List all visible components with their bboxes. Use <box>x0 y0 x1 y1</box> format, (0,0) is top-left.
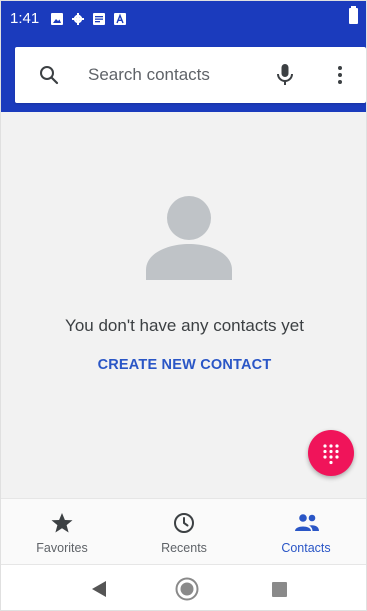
recents-square-icon[interactable] <box>272 582 287 597</box>
search-icon[interactable] <box>37 63 61 87</box>
a-icon <box>114 12 126 25</box>
status-bar: 1:41 <box>1 1 366 39</box>
nav-favorites[interactable]: Favorites <box>1 499 123 565</box>
star-icon <box>50 512 74 534</box>
notes-icon <box>93 12 105 25</box>
empty-message: You don't have any contacts yet <box>65 316 304 335</box>
nav-contacts[interactable]: Contacts <box>245 499 366 565</box>
search-bar[interactable]: Search contacts <box>15 47 366 103</box>
home-icon[interactable] <box>175 577 199 606</box>
nav-recents[interactable]: Recents <box>123 499 245 565</box>
nav-label-favorites: Favorites <box>36 541 88 555</box>
system-navigation-bar <box>1 564 366 610</box>
status-icons <box>51 12 126 25</box>
clock-icon <box>172 512 196 534</box>
create-new-contact-button[interactable]: CREATE NEW CONTACT <box>1 357 366 373</box>
dialpad-icon <box>323 444 339 465</box>
back-icon[interactable] <box>91 580 107 603</box>
people-icon <box>294 512 319 534</box>
app-header: Search contacts <box>1 39 366 112</box>
bottom-navigation: Favorites Recents Contacts <box>1 498 366 565</box>
search-input[interactable]: Search contacts <box>88 65 210 85</box>
nav-label-contacts: Contacts <box>281 541 331 555</box>
contacts-empty-state: You don't have any contacts yet CREATE N… <box>1 112 366 498</box>
status-time: 1:41 <box>10 10 40 27</box>
person-placeholder-icon <box>146 196 232 280</box>
dialpad-fab[interactable] <box>308 430 354 476</box>
nav-label-recents: Recents <box>161 541 207 555</box>
app-window: 1:41 Search contacts You don't have any … <box>0 0 367 611</box>
image-icon <box>51 12 63 25</box>
mic-icon[interactable] <box>273 62 297 88</box>
battery-icon <box>349 6 358 24</box>
more-vert-icon[interactable] <box>328 62 352 88</box>
gear-icon <box>72 12 84 25</box>
